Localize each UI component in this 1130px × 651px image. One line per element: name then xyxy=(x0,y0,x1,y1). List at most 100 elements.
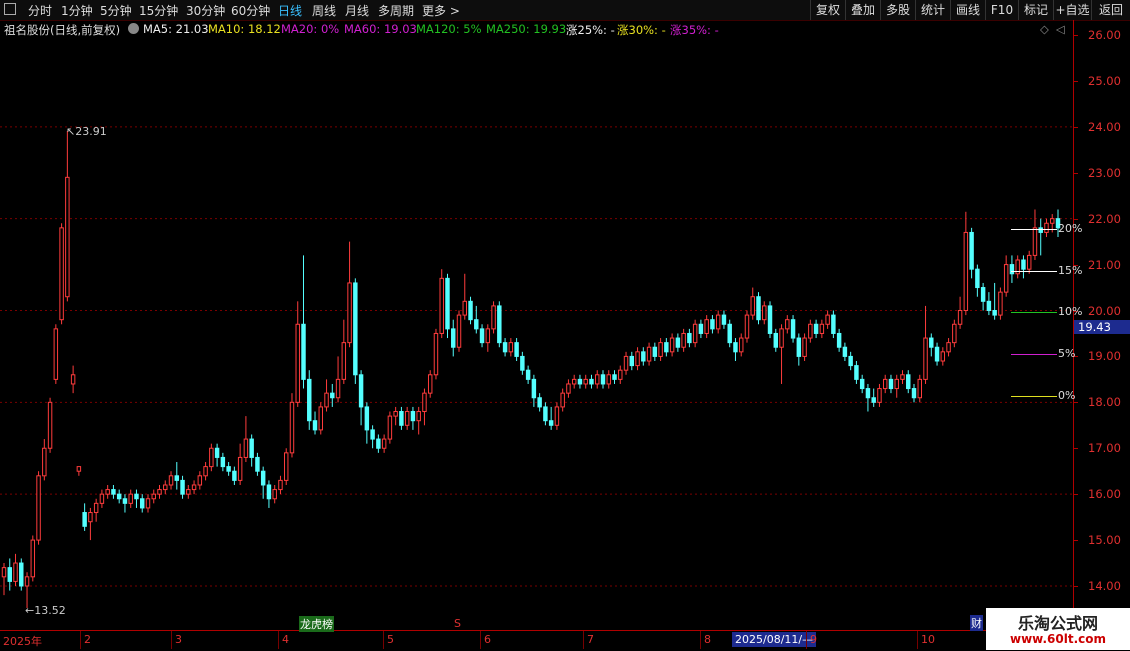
add-watchlist-button[interactable]: +自选 xyxy=(1053,0,1091,20)
period-tab-60min[interactable]: 60分钟 xyxy=(231,2,270,19)
month-tick xyxy=(80,631,81,649)
candle xyxy=(600,370,606,389)
candle xyxy=(877,383,882,407)
candle xyxy=(445,273,450,339)
y-tick-mark xyxy=(1073,80,1078,82)
period-tab-15min[interactable]: 15分钟 xyxy=(139,2,178,19)
percent-line xyxy=(1011,354,1057,355)
candle xyxy=(577,374,583,389)
longhubang-marker[interactable]: 龙虎榜 xyxy=(299,616,334,632)
candle xyxy=(105,484,110,499)
month-label: 6 xyxy=(484,633,491,646)
candle xyxy=(76,466,82,476)
candle xyxy=(750,287,755,320)
overlay-button[interactable]: 叠加 xyxy=(845,0,880,20)
watermark-title: 乐淘公式网 xyxy=(1017,614,1098,633)
candle xyxy=(900,370,905,384)
candle xyxy=(353,278,358,384)
candle xyxy=(721,310,727,329)
period-tab-1min[interactable]: 1分钟 xyxy=(61,2,93,19)
percent-line-label: 15% xyxy=(1058,264,1083,277)
candle xyxy=(865,383,871,412)
period-tab-monthly[interactable]: 月线 xyxy=(345,2,369,19)
candle xyxy=(911,383,917,403)
candle xyxy=(180,475,185,499)
candle xyxy=(646,342,652,366)
y-tick-label: 20.00 xyxy=(1088,303,1121,318)
fuquan-button[interactable]: 复权 xyxy=(810,0,845,20)
candle xyxy=(399,406,404,430)
candle xyxy=(341,319,347,384)
percent-line xyxy=(1011,396,1057,397)
watermark-url: www.60lt.com xyxy=(1009,632,1107,646)
s-marker[interactable]: S xyxy=(454,617,461,630)
window-icon[interactable] xyxy=(4,3,16,15)
candle xyxy=(433,328,439,380)
candle xyxy=(393,406,398,426)
period-tab-fenshi[interactable]: 分时 xyxy=(28,2,52,19)
period-toolbar: 分时 1分钟 5分钟 15分钟 30分钟 60分钟 日线 周线 月线 多周期 更… xyxy=(0,0,1130,21)
candlestick-chart[interactable]: ↖23.91 ←13.52 xyxy=(0,20,1073,630)
month-tick xyxy=(480,631,481,649)
candle xyxy=(42,439,47,481)
period-tab-daily[interactable]: 日线 xyxy=(278,2,302,19)
candle xyxy=(157,484,162,499)
candle xyxy=(882,374,888,394)
period-tab-5min[interactable]: 5分钟 xyxy=(100,2,132,19)
candle xyxy=(692,319,698,348)
candle xyxy=(969,227,974,279)
candle xyxy=(888,374,894,394)
candle xyxy=(946,338,951,357)
candle xyxy=(416,406,421,435)
candle xyxy=(658,338,663,362)
candle xyxy=(335,356,341,403)
period-tab-weekly[interactable]: 周线 xyxy=(312,2,336,19)
y-tick-label: 24.00 xyxy=(1088,119,1121,134)
period-tab-more[interactable]: 更多 > xyxy=(422,2,460,19)
candle xyxy=(589,374,594,389)
candle xyxy=(906,370,911,394)
candle xyxy=(497,301,502,348)
candle xyxy=(738,333,744,357)
candle xyxy=(767,301,773,339)
candle xyxy=(36,471,41,545)
candle xyxy=(1015,255,1020,279)
high-price-annotation: ↖23.91 xyxy=(66,125,107,138)
candle xyxy=(220,452,226,472)
month-label: 4 xyxy=(282,633,289,646)
time-axis: 2025年 2 3 4 5 6 7 8 2025/08/11/— 9 10 xyxy=(0,630,1130,651)
candle xyxy=(59,223,64,325)
candle xyxy=(468,296,473,325)
candle xyxy=(145,494,151,513)
multi-stock-button[interactable]: 多股 xyxy=(880,0,915,20)
period-tab-multi[interactable]: 多周期 xyxy=(378,2,414,19)
candle xyxy=(934,342,940,366)
candle xyxy=(134,489,139,508)
candle xyxy=(174,462,180,490)
candle xyxy=(422,388,427,426)
month-tick xyxy=(583,631,584,649)
candle xyxy=(675,333,681,352)
candle xyxy=(571,374,577,389)
y-tick-label: 18.00 xyxy=(1088,395,1121,410)
candle xyxy=(992,282,997,320)
period-tab-30min[interactable]: 30分钟 xyxy=(186,2,225,19)
candle xyxy=(301,255,306,389)
candle xyxy=(232,466,237,485)
stats-button[interactable]: 统计 xyxy=(915,0,950,20)
draw-line-button[interactable]: 画线 xyxy=(950,0,985,20)
candle xyxy=(65,130,70,302)
candle xyxy=(595,370,600,389)
candle xyxy=(525,365,531,384)
finance-marker[interactable]: 财 xyxy=(970,615,983,631)
back-button[interactable]: 返回 xyxy=(1091,0,1130,20)
candle xyxy=(266,480,272,508)
f10-button[interactable]: F10 xyxy=(985,0,1018,20)
candle xyxy=(122,494,128,513)
y-tick-mark xyxy=(1073,218,1078,220)
candle xyxy=(226,462,231,476)
candle xyxy=(618,365,623,384)
candle xyxy=(404,406,410,430)
mark-button[interactable]: 标记 xyxy=(1018,0,1053,20)
candle xyxy=(836,328,842,352)
